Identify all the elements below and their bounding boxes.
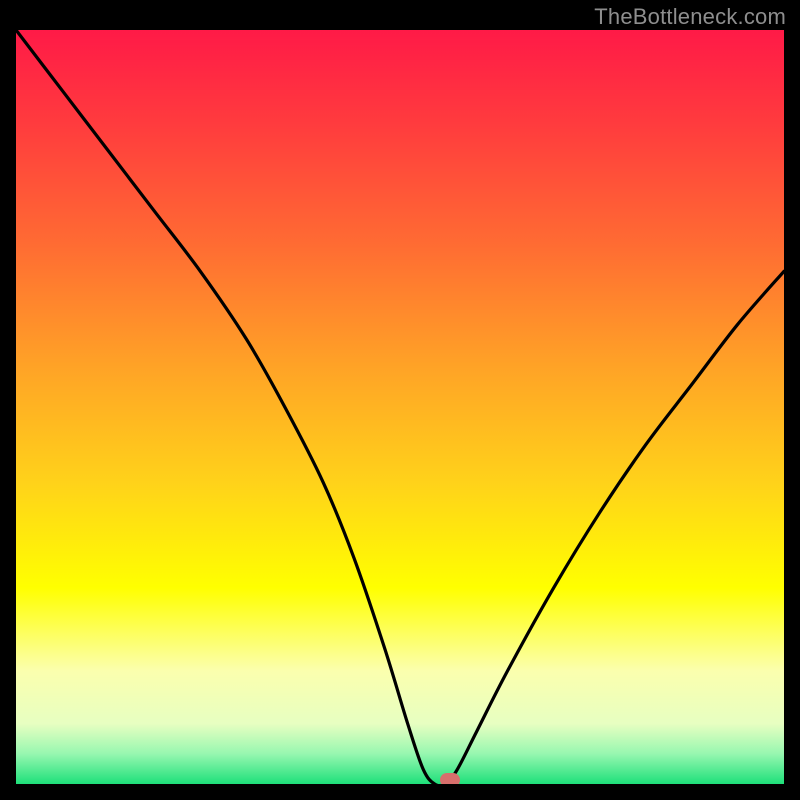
plot-area xyxy=(16,30,784,784)
chart-frame: TheBottleneck.com xyxy=(0,0,800,800)
bottleneck-curve xyxy=(16,30,784,784)
watermark-text: TheBottleneck.com xyxy=(594,4,786,30)
optimum-marker xyxy=(440,773,460,784)
